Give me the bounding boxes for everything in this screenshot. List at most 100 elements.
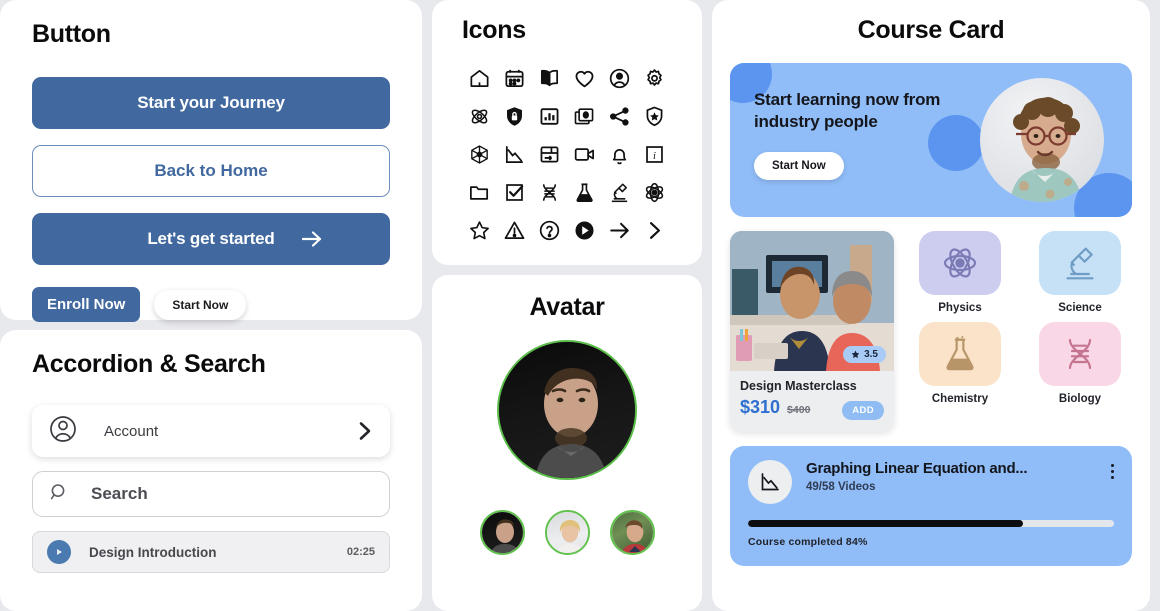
progress-card[interactable]: Graphing Linear Equation and... 49/58 Vi… (730, 446, 1132, 566)
line-chart-down-icon[interactable] (502, 141, 528, 167)
accordion-item-account[interactable]: Account (32, 405, 390, 457)
subject-label: Chemistry (931, 393, 989, 405)
back-to-home-button[interactable]: Back to Home (32, 145, 390, 197)
shield-star-icon[interactable] (642, 103, 668, 129)
button-section-title: Button (32, 20, 111, 48)
right-column: Course Card Start learning now from indu… (712, 0, 1150, 611)
subject-grid: Physics Science Chemistry Biology (908, 231, 1132, 432)
course-card: Course Card Start learning now from indu… (712, 0, 1150, 611)
enroll-now-button[interactable]: Enroll Now (32, 287, 141, 322)
home-icon[interactable] (467, 65, 493, 91)
progress-bar-track (748, 520, 1114, 527)
progress-title: Graphing Linear Equation and... (806, 460, 1028, 477)
bar-chart-icon[interactable] (537, 103, 563, 129)
button-showcase-card: Button Start your Journey Back to Home L… (0, 0, 422, 322)
network-node-icon[interactable] (467, 141, 493, 167)
subject-item-biology[interactable]: Biology (1028, 322, 1132, 405)
avatar-primary[interactable] (497, 340, 637, 480)
hero-start-now-button[interactable]: Start Now (754, 151, 844, 180)
button-stack: Start your Journey Back to Home Let's ge… (32, 77, 390, 265)
avatar-card: Avatar (432, 275, 702, 611)
chemistry-tile[interactable] (919, 322, 1001, 386)
avatar-face-art (535, 368, 607, 478)
rating-value: 3.5 (864, 349, 878, 360)
avatar-section-title: Avatar (529, 293, 605, 321)
chevron-right-icon[interactable] (642, 217, 668, 243)
calendar-icon[interactable] (502, 65, 528, 91)
progress-caption: Course completed 84% (748, 536, 868, 548)
progress-text-block: Graphing Linear Equation and... 49/58 Vi… (806, 460, 1028, 493)
line-chart-down-icon (748, 460, 792, 504)
accordion-section-title: Accordion & Search (32, 350, 266, 378)
bell-icon[interactable] (607, 141, 633, 167)
accordion-item-label: Account (104, 422, 159, 440)
current-price: $310 (740, 397, 781, 417)
layout-arrow-icon[interactable] (537, 141, 563, 167)
card-stack-icon[interactable] (572, 103, 598, 129)
lets-get-started-label: Let's get started (147, 229, 275, 248)
atom-icon[interactable] (467, 103, 493, 129)
accordion-search-card: Accordion & Search Account Search Design… (0, 330, 422, 611)
icons-card: Icons i (432, 0, 702, 265)
svg-text:i: i (653, 150, 656, 161)
microscope-icon (1066, 247, 1094, 280)
physics-tile[interactable] (919, 231, 1001, 295)
atom-orbit-icon[interactable] (642, 179, 668, 205)
play-circle-icon[interactable] (572, 217, 598, 243)
biology-tile[interactable] (1039, 322, 1121, 386)
avatar-thumb-1[interactable] (479, 510, 525, 555)
folder-icon[interactable] (467, 179, 493, 205)
checkbox-checked-icon[interactable] (502, 179, 528, 205)
info-icon[interactable]: i (642, 141, 668, 167)
subject-item-science[interactable]: Science (1028, 231, 1132, 314)
lesson-list-item[interactable]: Design Introduction 02:25 (32, 531, 390, 573)
atom-icon (943, 248, 977, 278)
icon-grid: i (462, 65, 672, 243)
user-circle-icon[interactable] (607, 65, 633, 91)
start-your-journey-button[interactable]: Start your Journey (32, 77, 390, 129)
video-camera-icon[interactable] (572, 141, 598, 167)
question-circle-icon[interactable] (537, 217, 563, 243)
progress-videos-count: 49/58 Videos (806, 481, 876, 493)
gear-icon[interactable] (642, 65, 668, 91)
product-title: Design Masterclass (740, 379, 857, 393)
avatar-thumb-3[interactable] (609, 510, 655, 555)
warning-icon[interactable] (502, 217, 528, 243)
flask-icon[interactable] (572, 179, 598, 205)
dna-icon[interactable] (537, 179, 563, 205)
progress-bar-fill (748, 520, 1023, 527)
more-options-icon[interactable] (1111, 460, 1114, 479)
play-icon[interactable] (47, 540, 71, 564)
hero-banner: Start learning now from industry people … (730, 63, 1132, 217)
chevron-right-icon[interactable] (356, 420, 374, 442)
progress-header: Graphing Linear Equation and... 49/58 Vi… (748, 460, 1114, 504)
heart-icon[interactable] (572, 65, 598, 91)
lets-get-started-button[interactable]: Let's get started (32, 213, 390, 265)
lesson-duration: 02:25 (346, 546, 375, 558)
book-icon[interactable] (537, 65, 563, 91)
search-input[interactable]: Search (32, 471, 390, 517)
science-tile[interactable] (1039, 231, 1121, 295)
icons-section-title: Icons (462, 16, 526, 44)
subject-label: Physics (938, 302, 982, 314)
add-to-cart-button[interactable]: ADD (842, 401, 884, 420)
microscope-icon[interactable] (607, 179, 633, 205)
subject-item-chemistry[interactable]: Chemistry (908, 322, 1012, 405)
star-icon (851, 350, 860, 359)
avatar-thumb-2[interactable] (544, 510, 590, 555)
arrow-right-icon[interactable] (607, 217, 633, 243)
user-circle-icon (48, 414, 78, 449)
shield-lock-icon[interactable] (502, 103, 528, 129)
subject-item-physics[interactable]: Physics (908, 231, 1012, 314)
start-now-button[interactable]: Start Now (154, 289, 247, 320)
hero-title: Start learning now from industry people (754, 90, 941, 132)
course-section-title: Course Card (857, 16, 1005, 44)
arrow-right-icon (300, 230, 324, 248)
product-body: Design Masterclass $310 $400 ADD (730, 371, 894, 432)
lesson-title: Design Introduction (89, 544, 217, 560)
middle-column: Icons i Avatar (432, 0, 702, 611)
share-icon[interactable] (607, 103, 633, 129)
search-icon (49, 482, 69, 507)
product-card[interactable]: 3.5 Design Masterclass $310 $400 ADD (730, 231, 894, 432)
star-icon[interactable] (467, 217, 493, 243)
